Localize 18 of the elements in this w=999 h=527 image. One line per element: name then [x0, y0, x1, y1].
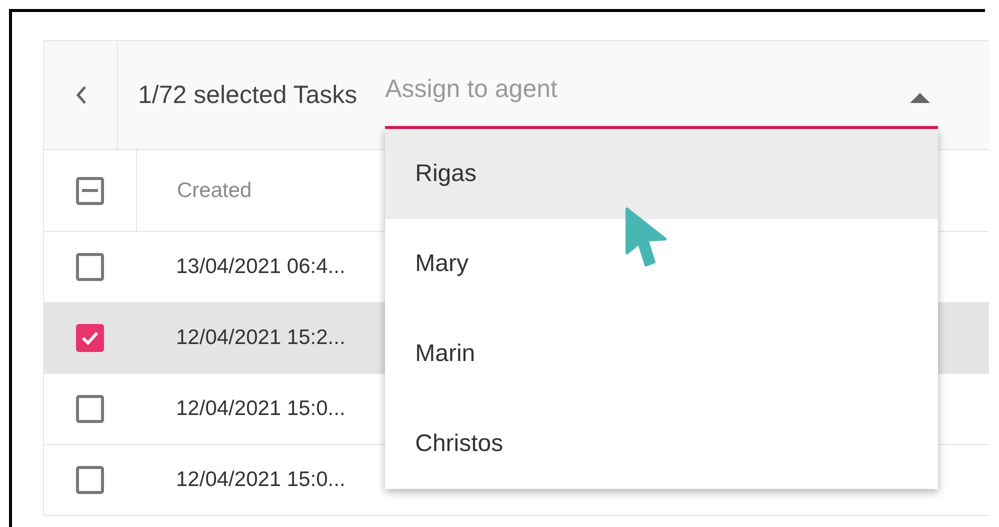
created-cell: 13/04/2021 06:4... — [176, 255, 346, 279]
row-checkbox[interactable] — [76, 253, 104, 281]
caret-icon — [910, 92, 930, 104]
selection-count: 1/72 selected Tasks — [138, 80, 358, 110]
agent-option[interactable]: Christos — [385, 399, 938, 489]
row-checkbox[interactable] — [76, 466, 104, 494]
minus-icon — [82, 189, 98, 192]
created-cell: 12/04/2021 15:0... — [176, 397, 346, 421]
agent-option[interactable]: Mary — [385, 219, 938, 309]
chevron-left-icon — [74, 85, 86, 105]
created-cell: 12/04/2021 15:2... — [176, 326, 346, 350]
created-cell: 12/04/2021 15:0... — [176, 468, 346, 492]
row-checkbox[interactable] — [76, 395, 104, 423]
checkmark-icon — [81, 331, 99, 345]
select-all-checkbox[interactable] — [76, 176, 104, 204]
agent-option[interactable]: Marin — [385, 309, 938, 399]
row-checkbox[interactable] — [76, 324, 104, 352]
agent-option[interactable]: Rigas — [385, 129, 938, 219]
